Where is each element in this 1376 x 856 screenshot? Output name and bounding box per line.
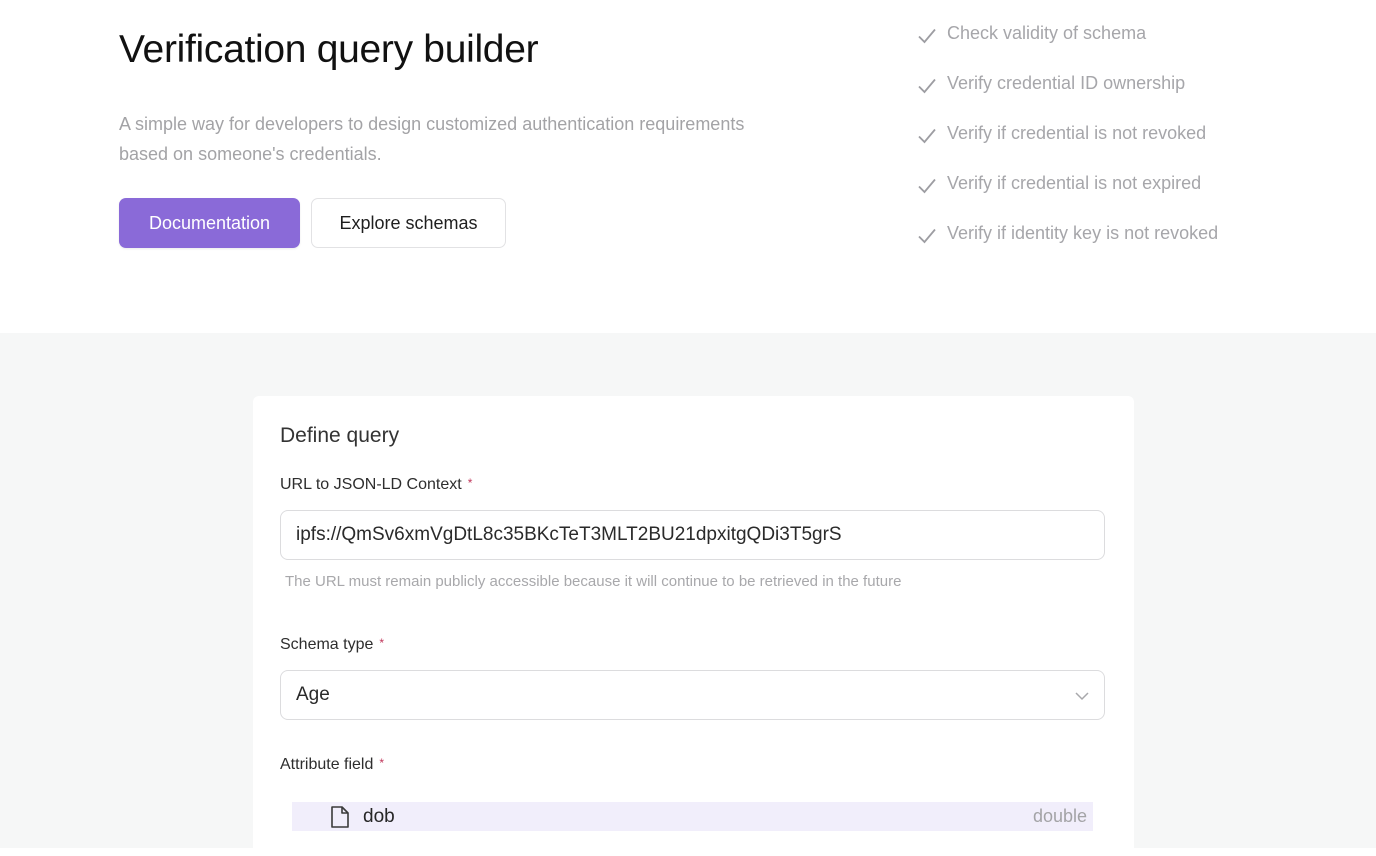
- checklist-item: Verify credential ID ownership: [916, 73, 1218, 123]
- check-icon: [918, 78, 936, 94]
- check-icon: [918, 28, 936, 44]
- url-input-value: ipfs://QmSv6xmVgDtL8c35BKcTeT3MLT2BU21dp…: [296, 524, 842, 545]
- attribute-field-label: Attribute field *: [280, 756, 384, 774]
- schema-type-label-text: Schema type: [280, 636, 374, 653]
- checklist-item: Verify if identity key is not revoked: [916, 223, 1218, 273]
- schema-type-value: Age: [296, 684, 330, 705]
- attribute-option-dob[interactable]: dob double: [292, 802, 1093, 831]
- attribute-field-label-text: Attribute field: [280, 756, 374, 773]
- checklist-item-label: Verify if credential is not revoked: [947, 123, 1207, 143]
- checklist-item: Verify if credential is not expired: [916, 173, 1218, 223]
- url-input[interactable]: ipfs://QmSv6xmVgDtL8c35BKcTeT3MLT2BU21dp…: [280, 510, 1105, 560]
- page-title: Verification query builder: [119, 28, 539, 71]
- document-icon: [331, 805, 349, 828]
- schema-type-select[interactable]: Age: [280, 670, 1105, 720]
- url-label: URL to JSON-LD Context *: [280, 476, 472, 494]
- card-title: Define query: [280, 424, 400, 447]
- checklist-item: Check validity of schema: [916, 23, 1218, 73]
- verification-checklist: Check validity of schema Verify credenti…: [916, 23, 1218, 273]
- checklist-item-label: Verify if credential is not expired: [947, 173, 1202, 193]
- documentation-button[interactable]: Documentation: [119, 198, 300, 248]
- check-icon: [918, 178, 936, 194]
- attribute-type: double: [1032, 806, 1087, 826]
- checklist-item-label: Check validity of schema: [947, 23, 1147, 43]
- check-icon: [918, 228, 936, 244]
- explore-schemas-button[interactable]: Explore schemas: [311, 198, 506, 248]
- page-description: A simple way for developers to design cu…: [119, 114, 745, 164]
- checklist-item: Verify if credential is not revoked: [916, 123, 1218, 173]
- attribute-name: dob: [363, 805, 395, 827]
- url-label-text: URL to JSON-LD Context: [280, 476, 462, 493]
- url-hint: The URL must remain publicly accessible …: [285, 573, 902, 590]
- required-mark: *: [379, 756, 385, 770]
- chevron-down-icon: [1075, 692, 1089, 701]
- required-mark: *: [467, 476, 473, 490]
- schema-type-label: Schema type *: [280, 636, 384, 654]
- required-mark: *: [379, 636, 385, 650]
- hero-section: Verification query builder A simple way …: [0, 0, 1376, 333]
- check-icon: [918, 128, 936, 144]
- checklist-item-label: Verify if identity key is not revoked: [947, 223, 1219, 243]
- define-query-card: [253, 396, 1134, 856]
- checklist-item-label: Verify credential ID ownership: [947, 73, 1186, 93]
